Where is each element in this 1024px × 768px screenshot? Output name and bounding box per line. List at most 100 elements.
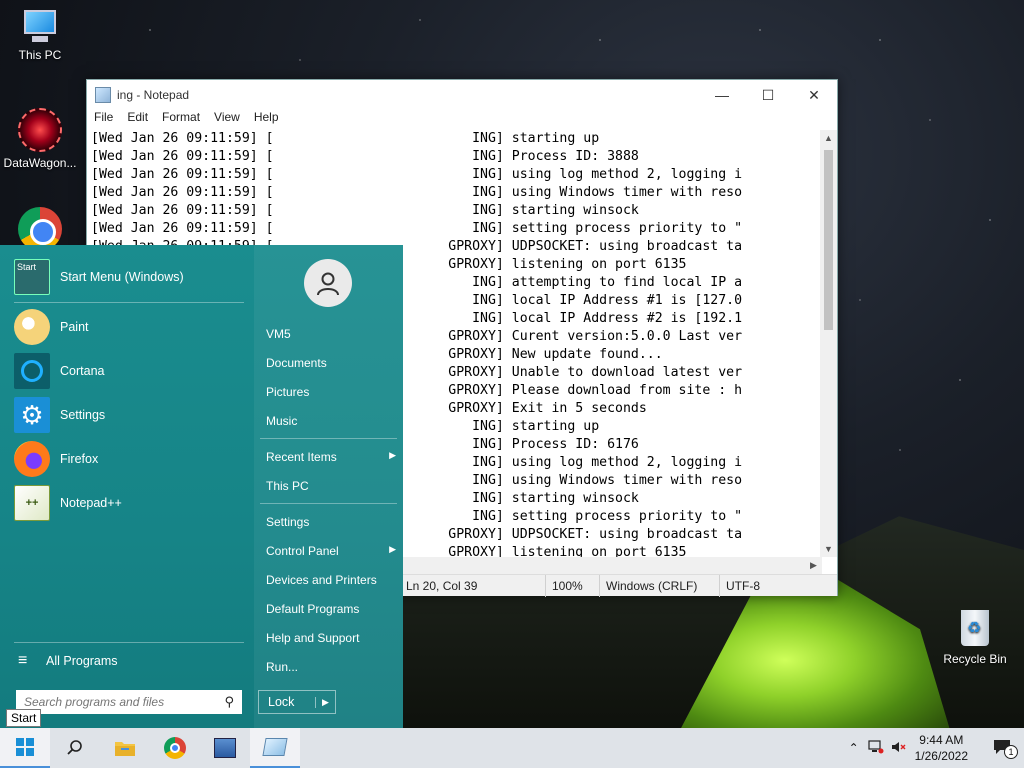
network-icon[interactable] bbox=[865, 739, 887, 757]
lock-label: Lock bbox=[268, 695, 295, 709]
text-line: [Wed Jan 26 09:11:59] [ ING] starting up bbox=[91, 131, 600, 146]
search-icon bbox=[67, 740, 82, 755]
app-window-icon bbox=[214, 738, 236, 758]
status-line-ending: Windows (CRLF) bbox=[599, 574, 719, 597]
app-item-label: Settings bbox=[60, 408, 106, 422]
folder-icon bbox=[115, 742, 135, 756]
desktop-icon-label: Recycle Bin bbox=[943, 652, 1007, 666]
right-item-settings[interactable]: Settings bbox=[266, 515, 396, 529]
paint-icon bbox=[14, 309, 50, 345]
lock-button[interactable]: Lock ▶ bbox=[258, 690, 336, 714]
system-tray: ⌃ 9:44 AM 1/26/2022 1 bbox=[843, 728, 1024, 768]
desktop-icon-label: This PC bbox=[18, 48, 62, 62]
datawagon-icon bbox=[18, 108, 62, 152]
chevron-right-icon[interactable]: ▶ bbox=[315, 696, 335, 708]
right-item-run[interactable]: Run... bbox=[266, 660, 396, 674]
notification-center-button[interactable]: 1 bbox=[980, 739, 1024, 759]
windows-logo-icon bbox=[16, 738, 34, 756]
right-item-help-support[interactable]: Help and Support bbox=[266, 631, 396, 645]
taskbar-file-explorer[interactable] bbox=[100, 728, 150, 768]
window-title: ing - Notepad bbox=[117, 88, 190, 102]
user-icon bbox=[317, 272, 339, 296]
menu-edit[interactable]: Edit bbox=[127, 110, 148, 128]
app-item-notepadpp[interactable]: ++ Notepad++ bbox=[14, 483, 122, 523]
taskbar-notepad[interactable] bbox=[250, 728, 300, 768]
computer-icon bbox=[18, 10, 62, 44]
app-item-label: Firefox bbox=[60, 452, 99, 466]
settings-gear-icon: ⚙ bbox=[14, 397, 50, 433]
notepad-icon bbox=[262, 738, 288, 756]
status-encoding: UTF-8 bbox=[719, 574, 837, 597]
desktop-icon-this-pc[interactable]: This PC bbox=[0, 10, 80, 62]
minimize-button[interactable]: — bbox=[699, 80, 745, 110]
search-box[interactable]: ⚲ bbox=[16, 690, 242, 714]
text-line: [Wed Jan 26 09:11:59] [ ING] using Windo… bbox=[91, 185, 743, 200]
taskbar-search-button[interactable] bbox=[50, 728, 100, 768]
app-item-label: Cortana bbox=[60, 364, 105, 378]
scroll-up-icon[interactable]: ▲ bbox=[820, 130, 837, 146]
right-item-this-pc[interactable]: This PC bbox=[266, 479, 396, 493]
app-item-firefox[interactable]: Firefox bbox=[14, 439, 98, 479]
notepadpp-icon: ++ bbox=[14, 485, 50, 521]
start-menu-header[interactable]: Start Start Menu (Windows) bbox=[14, 257, 184, 297]
menu-format[interactable]: Format bbox=[162, 110, 200, 128]
right-item-documents[interactable]: Documents bbox=[266, 356, 396, 370]
chevron-up-icon[interactable]: ⌃ bbox=[843, 741, 865, 755]
divider bbox=[260, 438, 397, 439]
text-line: [Wed Jan 26 09:11:59] [ ING] setting pro… bbox=[91, 221, 743, 236]
status-position: Ln 20, Col 39 bbox=[399, 574, 545, 597]
taskbar-chrome[interactable] bbox=[150, 728, 200, 768]
right-item-default-programs[interactable]: Default Programs bbox=[266, 602, 396, 616]
start-button[interactable] bbox=[0, 728, 50, 768]
right-item-user[interactable]: VM5 bbox=[266, 327, 396, 341]
search-icon[interactable]: ⚲ bbox=[224, 694, 234, 710]
start-tooltip: Start bbox=[6, 709, 42, 727]
recycle-bin-icon bbox=[957, 604, 993, 648]
all-programs-label: All Programs bbox=[46, 654, 118, 668]
app-item-settings[interactable]: ⚙ Settings bbox=[14, 395, 105, 435]
desktop-icon-recycle-bin[interactable]: Recycle Bin bbox=[935, 604, 1015, 666]
chrome-icon bbox=[164, 737, 186, 759]
text-line: [Wed Jan 26 09:11:59] [ ING] using log m… bbox=[91, 167, 743, 182]
scroll-down-icon[interactable]: ▼ bbox=[820, 541, 837, 557]
clock-date: 1/26/2022 bbox=[914, 749, 968, 763]
taskbar-app-window[interactable] bbox=[200, 728, 250, 768]
right-item-control-panel[interactable]: Control Panel ▶ bbox=[266, 544, 396, 558]
right-item-pictures[interactable]: Pictures bbox=[266, 385, 396, 399]
clock[interactable]: 9:44 AM 1/26/2022 bbox=[915, 732, 968, 764]
start-menu[interactable]: Start Start Menu (Windows) Paint Cortana… bbox=[0, 245, 403, 728]
menu-view[interactable]: View bbox=[214, 110, 240, 128]
scroll-thumb[interactable] bbox=[824, 150, 833, 330]
user-avatar[interactable] bbox=[304, 259, 352, 307]
maximize-button[interactable]: ☐ bbox=[745, 80, 791, 110]
menu-help[interactable]: Help bbox=[254, 110, 279, 128]
start-menu-left-pane: Start Start Menu (Windows) Paint Cortana… bbox=[0, 245, 254, 728]
list-icon: ≡ bbox=[18, 652, 28, 669]
start-menu-app-icon: Start bbox=[14, 259, 50, 295]
divider bbox=[14, 302, 244, 303]
app-item-cortana[interactable]: Cortana bbox=[14, 351, 104, 391]
title-bar[interactable]: ing - Notepad — ☐ ✕ bbox=[87, 80, 837, 110]
cortana-icon bbox=[14, 353, 50, 389]
start-menu-header-label: Start Menu (Windows) bbox=[60, 270, 184, 284]
right-item-music[interactable]: Music bbox=[266, 414, 396, 428]
desktop-icon-datawagon[interactable]: DataWagon... bbox=[0, 108, 80, 170]
chevron-right-icon: ▶ bbox=[389, 450, 396, 460]
vertical-scrollbar[interactable]: ▲ ▼ bbox=[820, 130, 837, 557]
scroll-right-icon[interactable]: ▶ bbox=[805, 557, 822, 574]
firefox-icon bbox=[14, 441, 50, 477]
right-item-devices-printers[interactable]: Devices and Printers bbox=[266, 573, 396, 587]
all-programs-button[interactable]: ≡ All Programs bbox=[18, 641, 118, 681]
app-item-paint[interactable]: Paint bbox=[14, 307, 89, 347]
divider bbox=[260, 503, 397, 504]
close-button[interactable]: ✕ bbox=[791, 80, 837, 110]
chevron-right-icon: ▶ bbox=[389, 544, 396, 554]
start-menu-right-pane: VM5 Documents Pictures Music Recent Item… bbox=[254, 245, 403, 728]
volume-muted-icon[interactable] bbox=[887, 740, 909, 757]
right-item-recent-items[interactable]: Recent Items ▶ bbox=[266, 450, 396, 464]
desktop-icon-label: DataWagon... bbox=[3, 156, 77, 170]
taskbar: ⌃ 9:44 AM 1/26/2022 1 bbox=[0, 728, 1024, 768]
search-input[interactable] bbox=[24, 695, 225, 709]
notification-badge: 1 bbox=[1004, 744, 1018, 759]
menu-file[interactable]: File bbox=[94, 110, 113, 128]
